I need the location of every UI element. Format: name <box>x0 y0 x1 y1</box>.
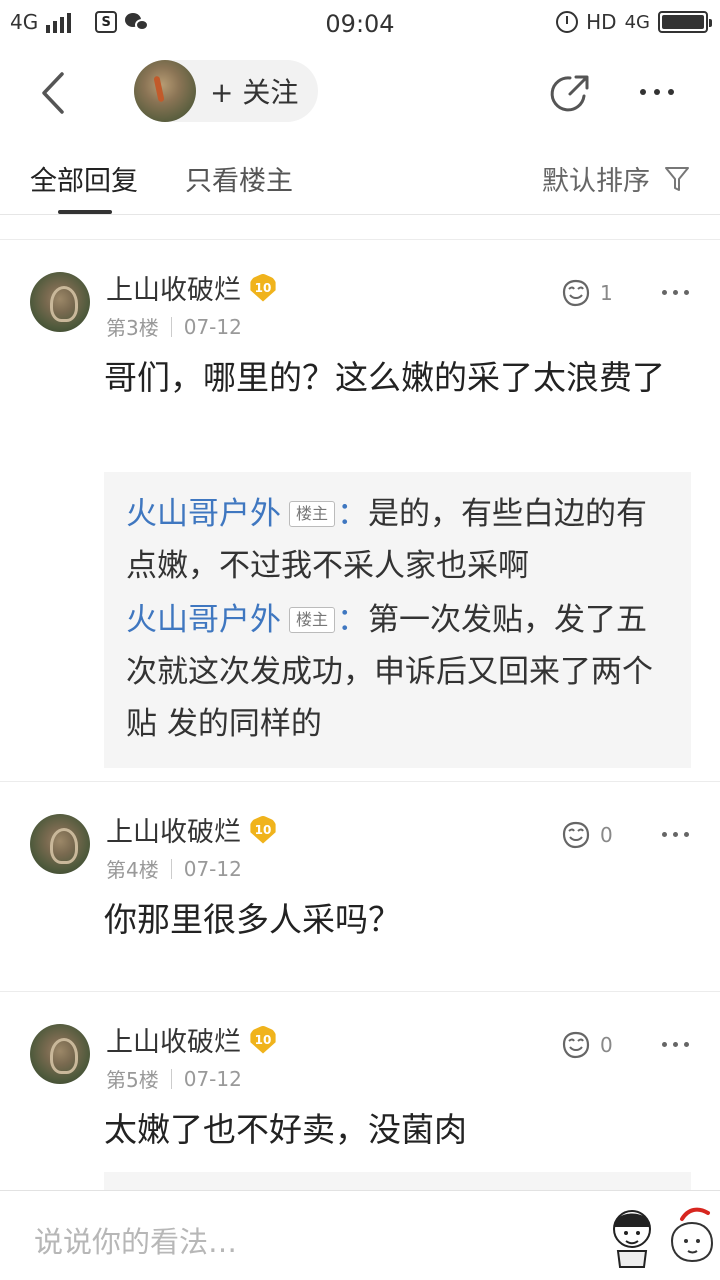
tab-active-indicator <box>58 210 112 214</box>
post-date: 07-12 <box>183 856 242 881</box>
avatar[interactable] <box>30 814 90 874</box>
follow-button[interactable]: + 关注 <box>134 60 318 122</box>
post-content: 太嫩了也不好卖，没菌肉 <box>104 1110 467 1149</box>
filter-icon <box>665 166 689 191</box>
more-button[interactable] <box>640 80 684 104</box>
battery-icon <box>658 11 712 33</box>
reply-item[interactable]: 火山哥户外 楼主 ：第一次发贴，发了五次就这次发成功，申诉后又回来了两个贴 发的同样… <box>126 594 669 750</box>
meta-separator <box>170 858 172 879</box>
user-row: 上山收破烂 10 <box>106 268 277 307</box>
post-more-button[interactable] <box>662 1042 689 1047</box>
post-floor-4: 上山收破烂 10 第4楼 07-12 0 你那里很多人采吗？ <box>0 782 720 992</box>
username[interactable]: 上山收破烂 <box>106 268 241 307</box>
status-bar: 4G S 09:04 HD 4G <box>0 0 720 50</box>
username[interactable]: 上山收破烂 <box>106 810 241 849</box>
like-button[interactable]: 0 <box>560 1030 613 1060</box>
post-date: 07-12 <box>183 314 242 339</box>
user-row: 上山收破烂 10 <box>106 810 277 849</box>
nav-bar: + 关注 <box>0 50 720 135</box>
post-more-button[interactable] <box>662 290 689 295</box>
post-meta: 第4楼 07-12 <box>106 854 242 883</box>
like-count: 1 <box>600 281 613 305</box>
more-dot <box>654 89 660 95</box>
post-floor-5: 上山收破烂 10 第5楼 07-12 0 太嫩了也不好卖，没菌肉 <box>0 992 720 1192</box>
comment-input[interactable]: 说说你的看法… <box>34 1219 237 1261</box>
reply-colon: ： <box>337 496 369 532</box>
reply-author[interactable]: 火山哥户外 <box>126 496 281 532</box>
post-meta: 第3楼 07-12 <box>106 312 242 341</box>
more-dot <box>668 89 674 95</box>
share-icon <box>550 75 589 112</box>
back-button[interactable] <box>36 68 76 118</box>
post-content: 你那里很多人采吗？ <box>104 900 401 939</box>
level-badge: 10 <box>250 1025 276 1054</box>
reply-author[interactable]: 火山哥户外 <box>126 602 281 638</box>
author-avatar[interactable] <box>134 60 196 122</box>
reply-colon: ： <box>337 602 369 638</box>
avatar[interactable] <box>30 272 90 332</box>
like-count: 0 <box>600 1033 613 1057</box>
floor-number: 第3楼 <box>106 316 159 340</box>
network-type-right: 4G <box>624 11 650 33</box>
follow-label: + 关注 <box>210 76 299 109</box>
thumbs-up-face-icon <box>562 1031 590 1059</box>
like-button[interactable]: 1 <box>560 278 613 308</box>
reply-box-partial <box>104 1172 691 1192</box>
owner-tag: 楼主 <box>289 607 336 633</box>
reply-box[interactable]: 火山哥户外 楼主 ：是的，有些白边的有点嫩，不过我不采人家也采啊 火山哥户外 楼主 ：第… <box>104 472 691 768</box>
thumbs-up-face-icon <box>562 279 590 307</box>
reply-tabs: 全部回复 只看楼主 默认排序 <box>0 135 720 215</box>
divider <box>0 216 720 240</box>
sticker-icon[interactable] <box>604 1201 664 1271</box>
reply-item[interactable]: 火山哥户外 楼主 ：是的，有些白边的有点嫩，不过我不采人家也采啊 <box>126 488 669 592</box>
share-button[interactable] <box>548 72 592 116</box>
hd-indicator: HD <box>586 10 617 34</box>
more-dot <box>640 89 646 95</box>
avatar[interactable] <box>30 1024 90 1084</box>
meta-separator <box>170 1068 172 1089</box>
thumbs-up-face-icon <box>562 821 590 849</box>
tab-owner-only[interactable]: 只看楼主 <box>185 159 293 198</box>
sort-button[interactable]: 默认排序 <box>542 159 690 198</box>
emoji-icon[interactable] <box>664 1201 720 1271</box>
user-row: 上山收破烂 10 <box>106 1020 277 1059</box>
comment-bar: 说说你的看法… <box>0 1190 720 1280</box>
floor-number: 第5楼 <box>106 1068 159 1092</box>
floor-number: 第4楼 <box>106 858 159 882</box>
alarm-icon <box>556 11 579 33</box>
post-content: 哥们，哪里的？这么嫩的采了太浪费了 <box>104 358 665 397</box>
post-date: 07-12 <box>183 1066 242 1091</box>
like-count: 0 <box>600 823 613 847</box>
meta-separator <box>170 316 172 337</box>
username[interactable]: 上山收破烂 <box>106 1020 241 1059</box>
post-more-button[interactable] <box>662 832 689 837</box>
sort-label: 默认排序 <box>542 166 650 197</box>
like-button[interactable]: 0 <box>560 820 613 850</box>
chevron-left-icon <box>42 72 64 114</box>
level-badge: 10 <box>250 273 276 302</box>
tab-all-replies[interactable]: 全部回复 <box>30 159 138 198</box>
post-floor-3: 上山收破烂 10 第3楼 07-12 1 哥们，哪里的？这么嫩的采了太浪费了 火… <box>0 240 720 782</box>
owner-tag: 楼主 <box>289 501 336 527</box>
level-badge: 10 <box>250 815 276 844</box>
post-meta: 第5楼 07-12 <box>106 1064 242 1093</box>
